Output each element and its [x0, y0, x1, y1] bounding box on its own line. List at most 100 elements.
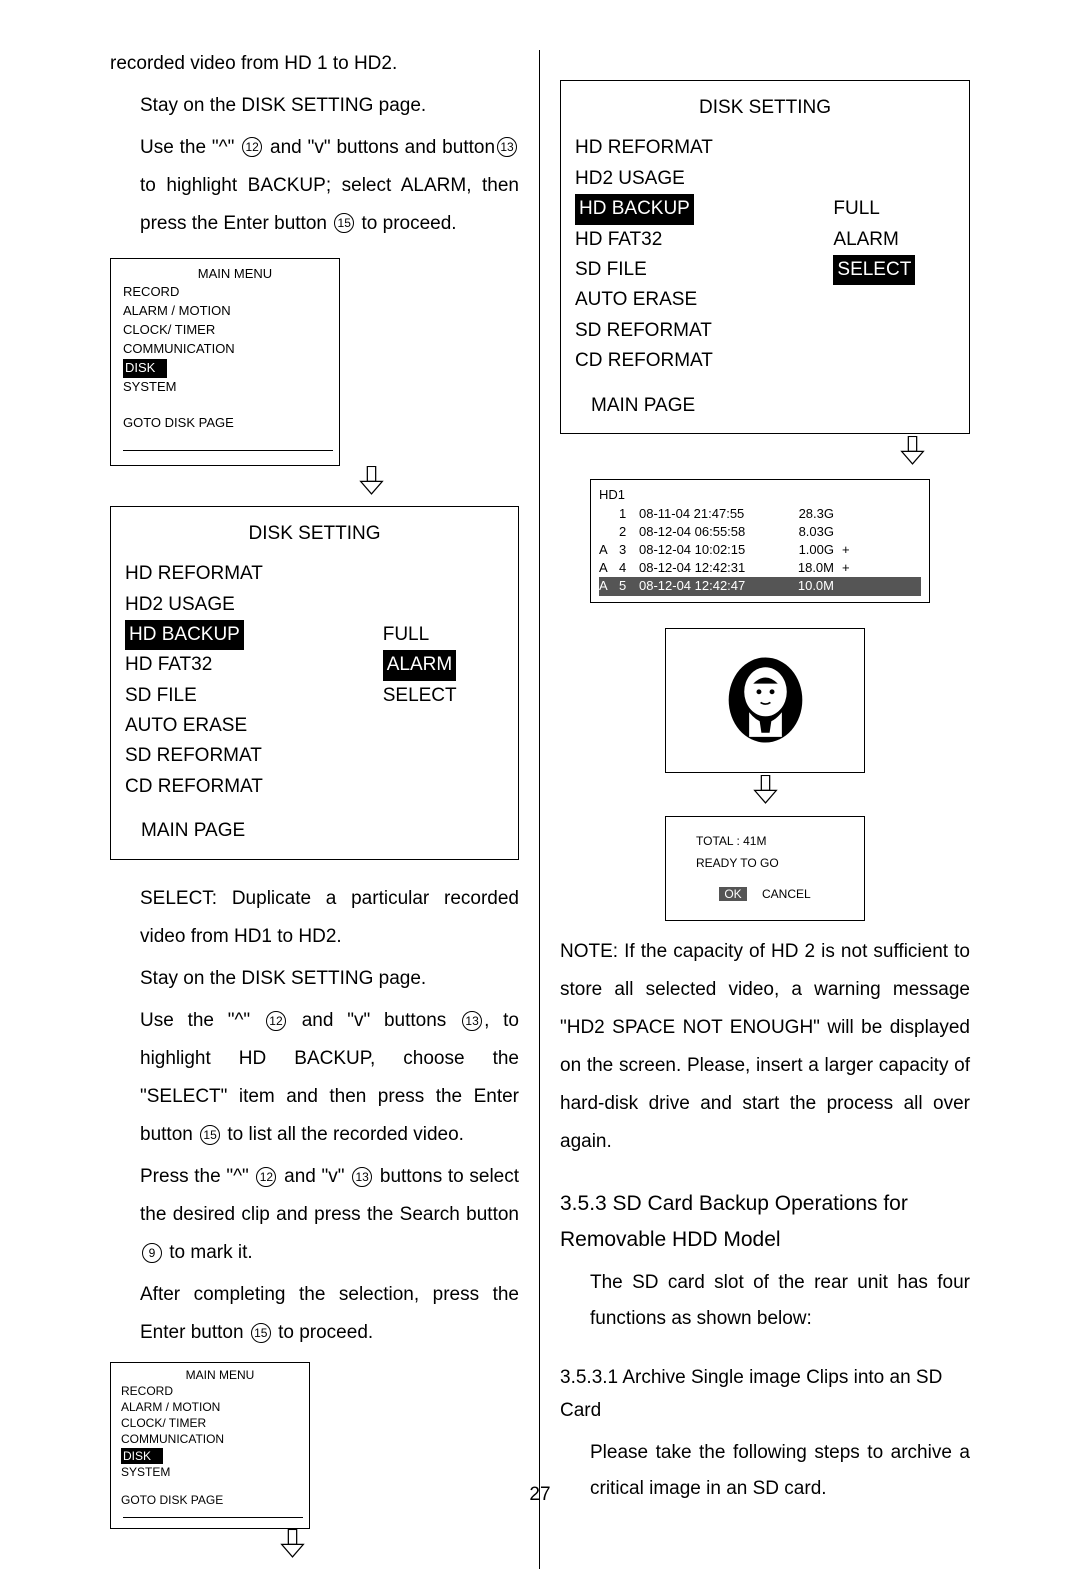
table-row: A 3 08-12-04 10:02:15 1.00G + [599, 541, 921, 559]
menu-item-disk: DISK [121, 1448, 163, 1464]
down-arrow-icon [359, 466, 384, 496]
menu-item: ALARM / MOTION [123, 302, 327, 321]
c: A [599, 541, 619, 559]
ok-button[interactable]: OK [719, 887, 746, 901]
menu-item: COMMUNICATION [123, 340, 327, 359]
menu-item: RECORD [121, 1383, 299, 1399]
table-row: 2 08-12-04 06:55:58 8.03G [599, 523, 921, 541]
ds-right: ALARM [833, 225, 955, 255]
c: 28.3G [779, 505, 834, 523]
ds-item: HD REFORMAT [575, 133, 833, 163]
c [834, 577, 854, 595]
ds-right-alarm: ALARM [383, 650, 456, 680]
t: and "v" buttons and button [270, 137, 495, 158]
main-page: MAIN PAGE [575, 391, 955, 421]
c [599, 523, 619, 541]
ds-item: HD FAT32 [575, 225, 833, 255]
menu-item-disk: DISK [123, 359, 167, 378]
ds-item: AUTO ERASE [125, 711, 383, 741]
t: to highlight BACKUP; select ALARM, then … [140, 175, 519, 234]
ds-title: DISK SETTING [125, 519, 504, 549]
c: 10.0M [779, 577, 834, 595]
hd1-table: HD1 1 08-11-04 21:47:55 28.3G 2 08-12-04… [590, 479, 930, 602]
c: 1 [619, 505, 639, 523]
table-row: 1 08-11-04 21:47:55 28.3G [599, 505, 921, 523]
c: 08-12-04 12:42:47 [639, 577, 779, 595]
ds-right: FULL [833, 194, 955, 224]
c: A [599, 559, 619, 577]
t: and "v" [284, 1166, 344, 1187]
c: + [834, 559, 854, 577]
c: 2 [619, 523, 639, 541]
ds-right: SELECT [383, 681, 504, 711]
t: and "v" buttons [302, 1010, 447, 1031]
ds-item-hdbackup: HD BACKUP [125, 620, 244, 650]
ds-item: HD2 USAGE [575, 164, 833, 194]
menu-item: COMMUNICATION [121, 1431, 299, 1447]
t: to list all the recorded video. [227, 1124, 464, 1145]
step-stay: Stay on the DISK SETTING page. [110, 87, 519, 125]
page-number: 27 [0, 1481, 1080, 1510]
c: 1.00G [779, 541, 834, 559]
select-instr: Use the "^" 12 and "v" buttons 13, to hi… [110, 1002, 519, 1154]
main-page: MAIN PAGE [125, 816, 504, 846]
menu-item: SYSTEM [123, 378, 327, 397]
ds-right: FULL [383, 620, 504, 650]
ds-item: AUTO ERASE [575, 285, 833, 315]
ds-item: SD REFORMAT [575, 316, 833, 346]
heading-3531: 3.5.3.1 Archive Single image Clips into … [560, 1362, 970, 1427]
hd1-title: HD1 [599, 486, 921, 504]
main-menu-title: MAIN MENU [141, 1367, 299, 1383]
circled-12: 12 [256, 1167, 276, 1187]
underline [123, 1517, 303, 1518]
status-total: TOTAL : 41M [696, 831, 854, 853]
down-arrow-icon [753, 775, 778, 805]
ds-item-hdbackup: HD BACKUP [575, 194, 694, 224]
menu-item: CLOCK/ TIMER [121, 1415, 299, 1431]
c: 18.0M [779, 559, 834, 577]
select-text: SELECT: Duplicate a particular recorded … [110, 880, 519, 956]
down-arrow-icon [900, 436, 925, 466]
circled-15: 15 [334, 213, 354, 233]
select-after: After completing the selection, press th… [110, 1276, 519, 1352]
menu-item: CLOCK/ TIMER [123, 321, 327, 340]
ds-item: SD REFORMAT [125, 741, 383, 771]
cancel-button[interactable]: CANCEL [762, 887, 811, 901]
circled-12: 12 [242, 137, 262, 157]
c: 08-12-04 10:02:15 [639, 541, 779, 559]
menu-item: ALARM / MOTION [121, 1399, 299, 1415]
t: Use the "^" [140, 137, 234, 158]
disk-setting-box-left: DISK SETTING HD REFORMAT HD2 USAGE HD BA… [110, 506, 519, 860]
step-use-buttons: Use the "^" 12 and "v" buttons and butto… [110, 129, 519, 243]
ds-right-select: SELECT [833, 255, 915, 285]
t: to proceed. [278, 1322, 373, 1343]
ds-item: HD2 USAGE [125, 590, 383, 620]
menu-item: SYSTEM [121, 1464, 299, 1480]
select-press: Press the "^" 12 and "v" 13 buttons to s… [110, 1158, 519, 1272]
down-arrow-icon [280, 1529, 305, 1559]
intro-text: recorded video from HD 1 to HD2. [110, 50, 519, 79]
underline [123, 450, 333, 451]
goto-disk: GOTO DISK PAGE [123, 414, 327, 433]
status-ready: READY TO GO [696, 853, 854, 875]
t: Press the "^" [140, 1166, 249, 1187]
p-353: The SD card slot of the rear unit has fo… [560, 1265, 970, 1337]
menu-item: RECORD [123, 283, 327, 302]
select-stay: Stay on the DISK SETTING page. [110, 960, 519, 998]
c [834, 505, 854, 523]
c: 3 [619, 541, 639, 559]
ds-item: SD FILE [575, 255, 833, 285]
circled-15: 15 [251, 1323, 271, 1343]
portrait-icon [723, 655, 808, 745]
circled-13: 13 [497, 137, 517, 157]
c: 8.03G [779, 523, 834, 541]
circled-13: 13 [352, 1167, 372, 1187]
main-menu-title: MAIN MENU [143, 265, 327, 284]
c: 5 [619, 577, 639, 595]
t: to mark it. [169, 1242, 252, 1263]
ds-item: HD FAT32 [125, 650, 383, 680]
t: to proceed. [362, 213, 457, 234]
c: A [599, 577, 619, 595]
heading-353: 3.5.3 SD Card Backup Operations for Remo… [560, 1186, 970, 1257]
preview-frame [665, 628, 865, 773]
